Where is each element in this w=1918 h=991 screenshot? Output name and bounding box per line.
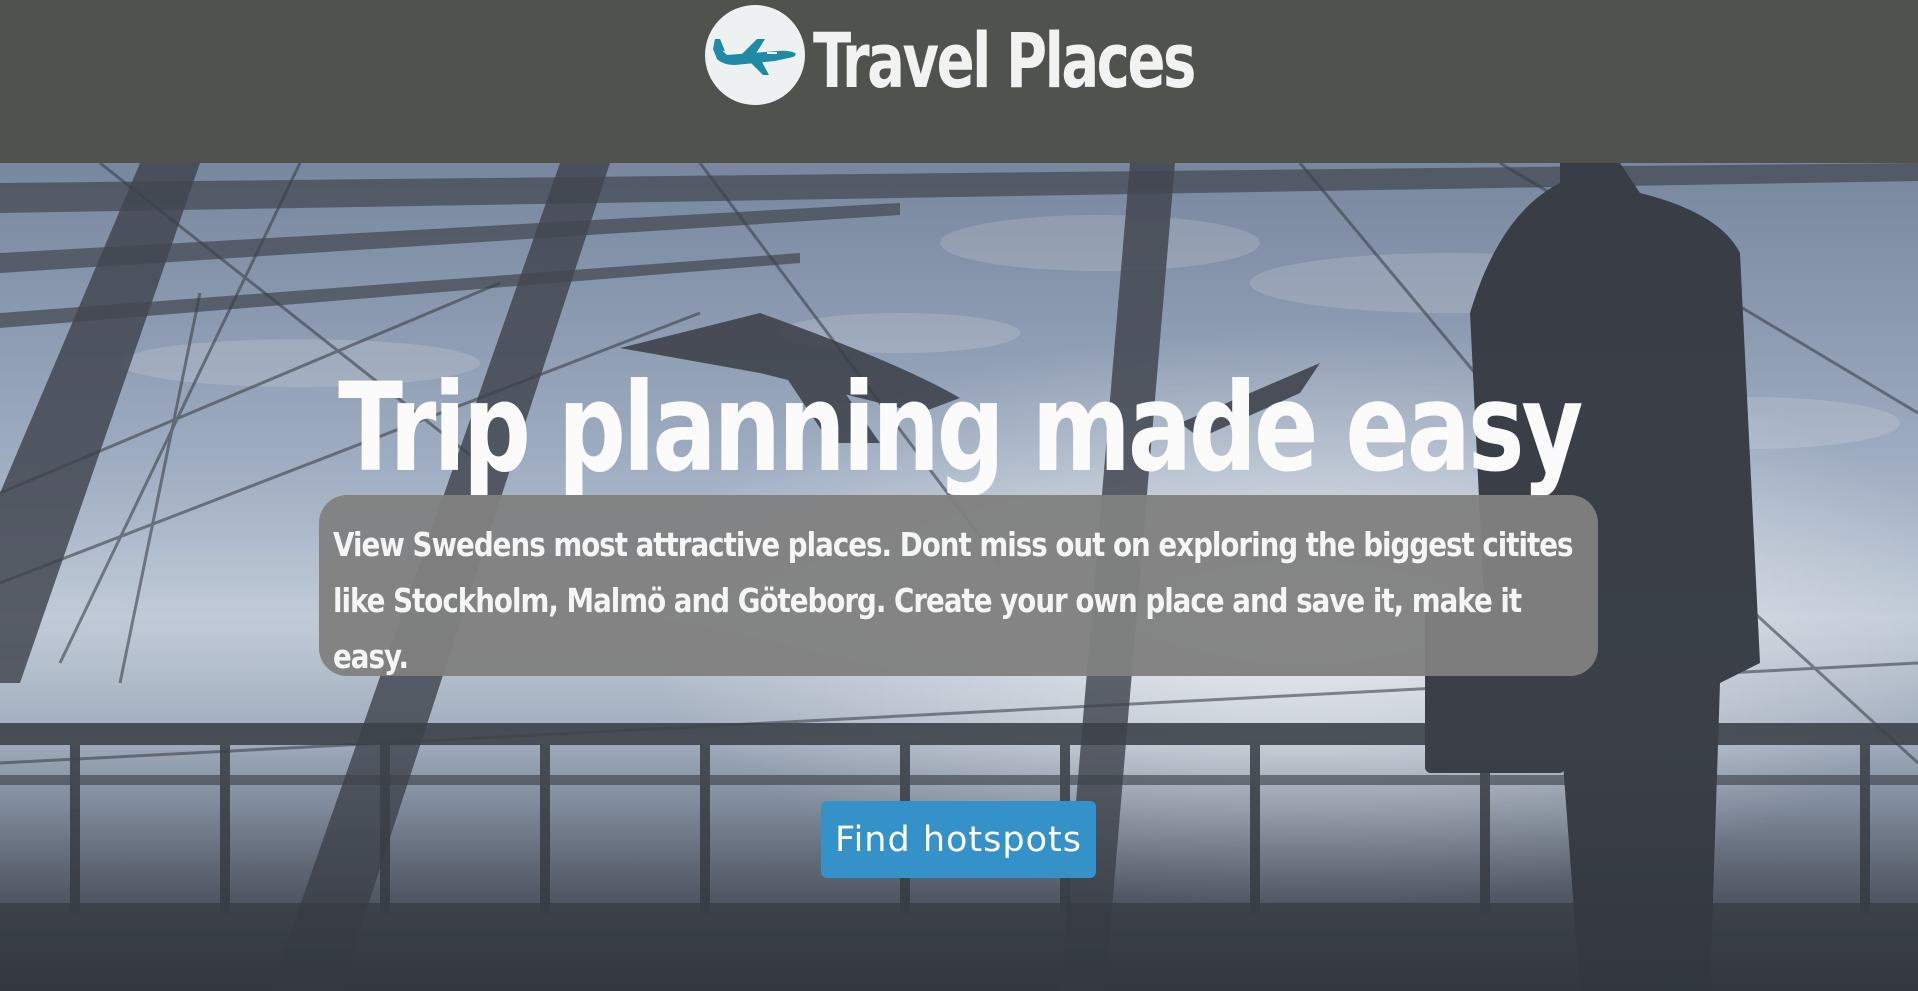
find-hotspots-button[interactable]: Find hotspots	[821, 801, 1096, 878]
description-box: View Swedens most attractive places. Don…	[319, 495, 1598, 676]
hero-description: View Swedens most attractive places. Don…	[333, 525, 1574, 676]
hero-title-text: Trip planning made easy	[337, 356, 1583, 499]
airplane-logo-icon[interactable]	[705, 5, 805, 105]
hero-title: Trip planning made easy	[0, 355, 1918, 501]
site-header: Travel Places	[0, 0, 1918, 163]
site-title: Travel Places	[813, 16, 1196, 105]
brand[interactable]: Travel Places	[705, 0, 1278, 110]
hero-section: Trip planning made easy View Swedens mos…	[0, 163, 1918, 991]
